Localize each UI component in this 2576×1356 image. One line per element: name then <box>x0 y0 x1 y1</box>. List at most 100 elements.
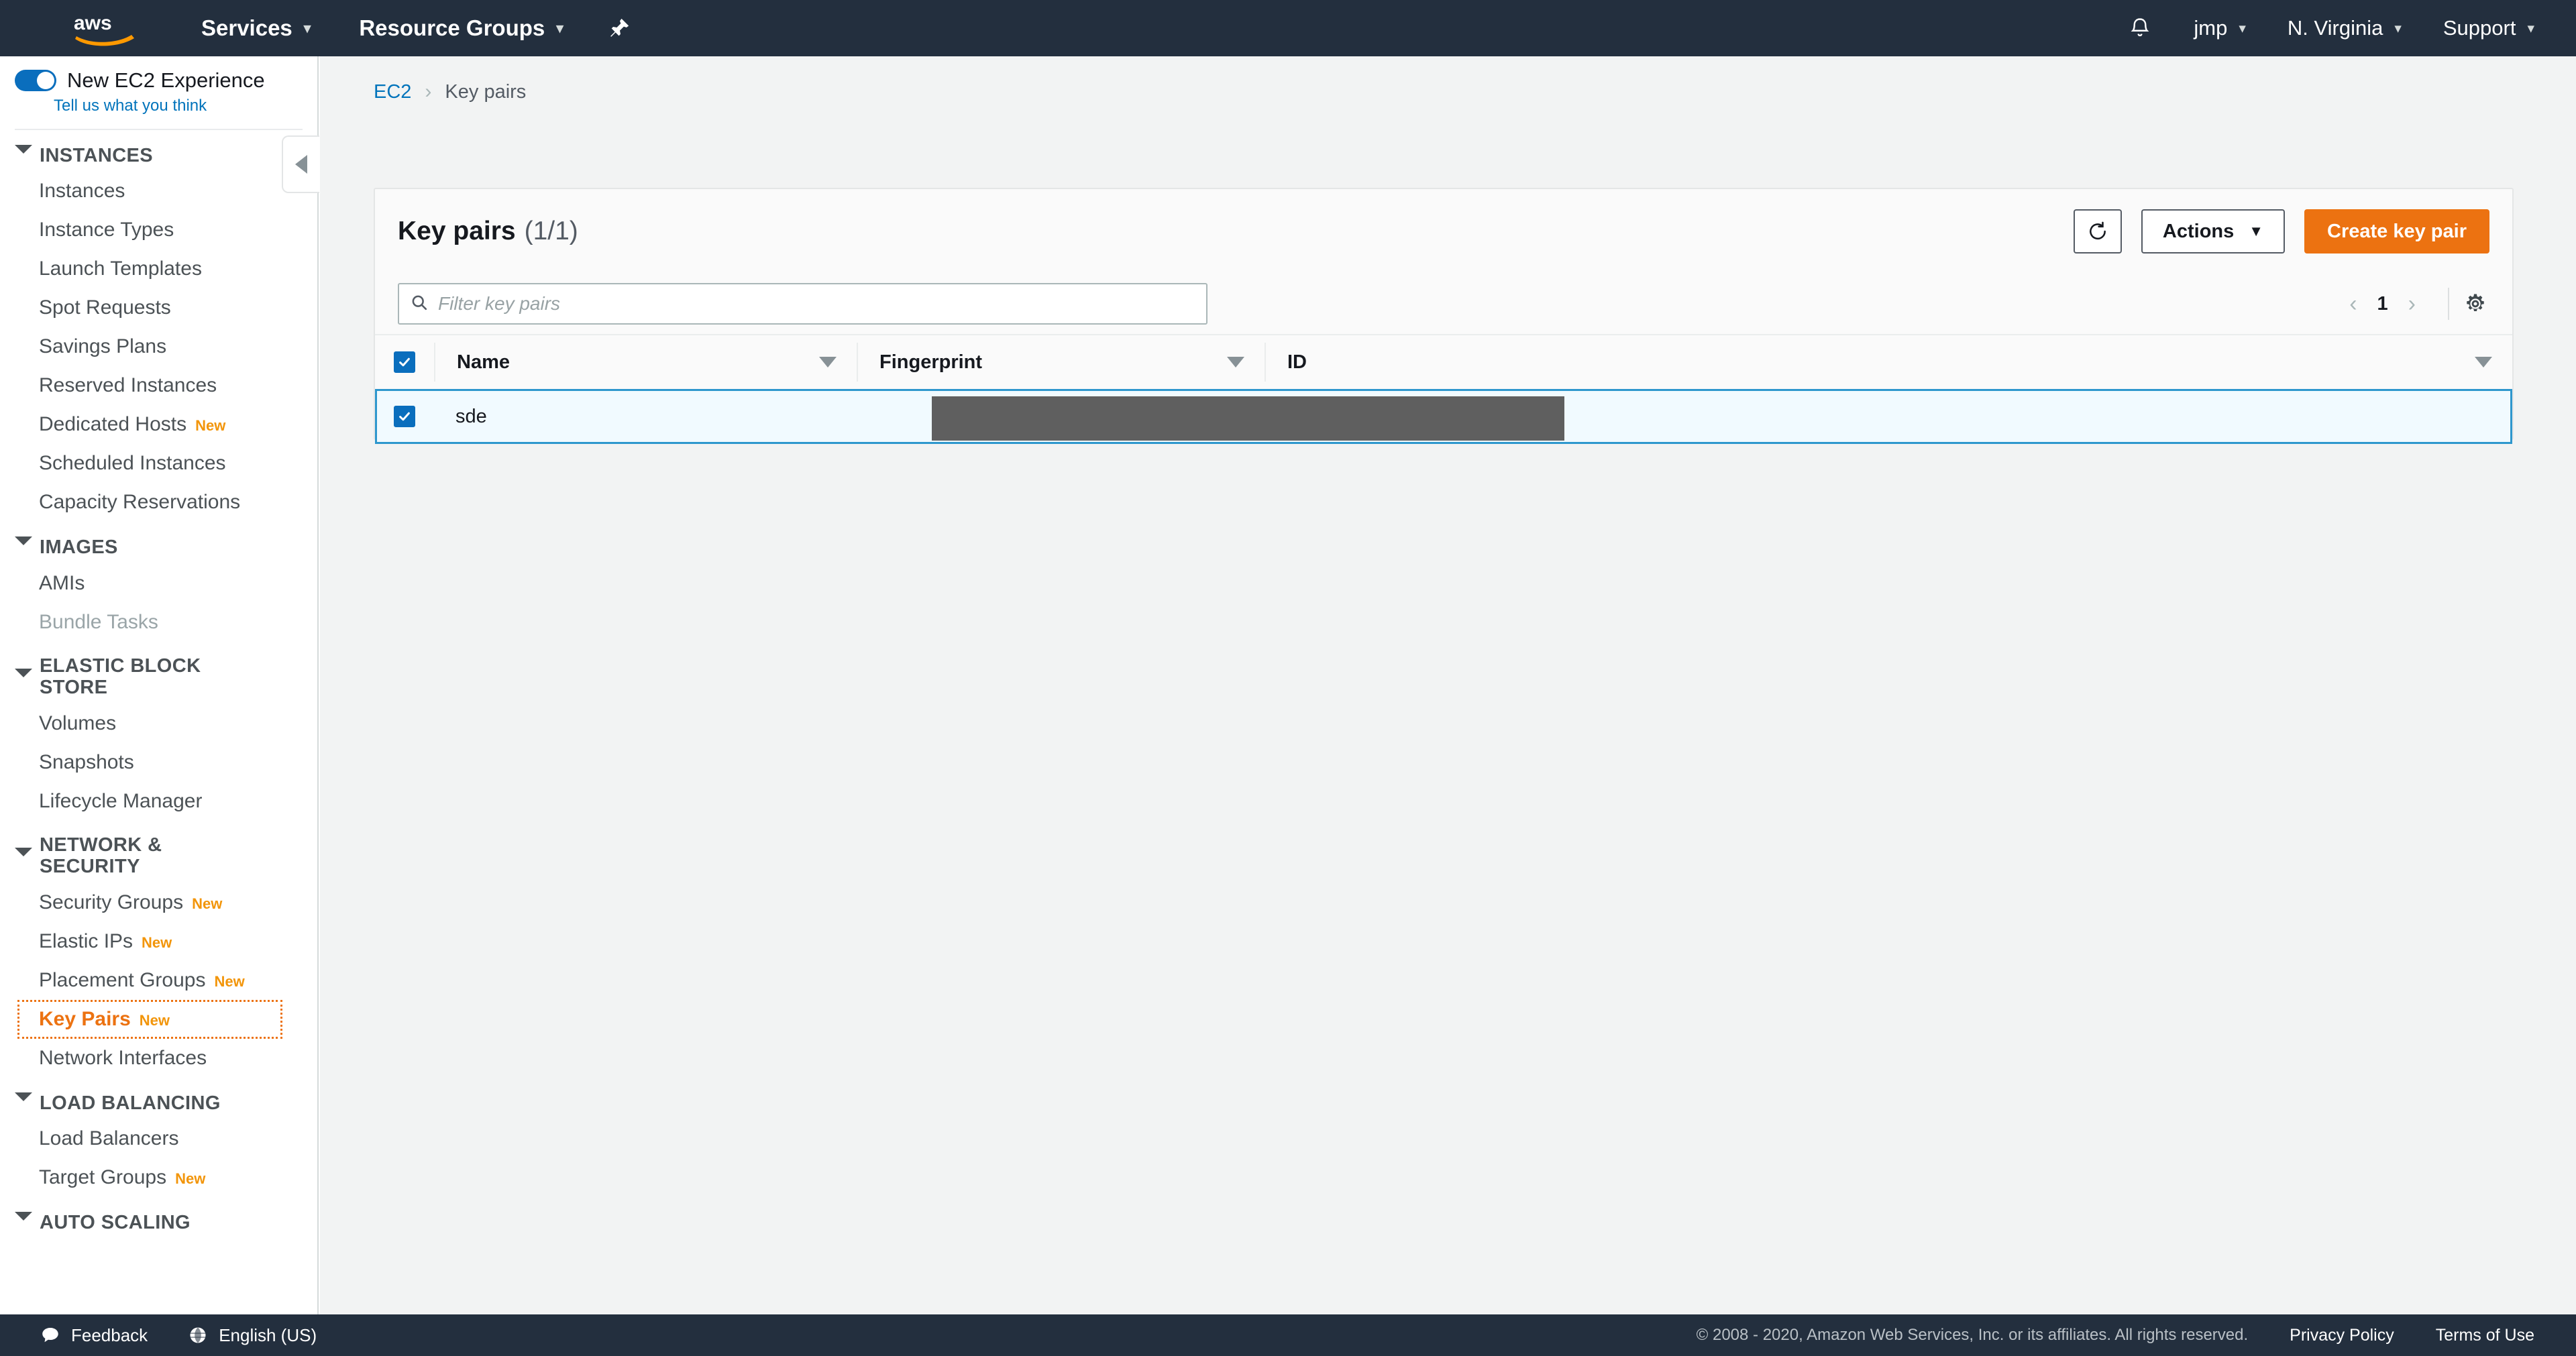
sidebar-item-spot-requests[interactable]: Spot Requests <box>0 288 317 327</box>
speech-bubble-icon <box>40 1325 60 1345</box>
tell-us-what-you-think-link[interactable]: Tell us what you think <box>54 97 207 115</box>
sidebar-item-placement-groups[interactable]: Placement Groups New <box>0 961 317 1000</box>
pagination-prev-button[interactable]: ‹ <box>2337 291 2369 317</box>
sidebar-item-launch-templates[interactable]: Launch Templates <box>0 249 317 288</box>
aws-logo[interactable]: aws <box>72 9 153 47</box>
main-content: EC2 › Key pairs Key pairs (1/1) Actions … <box>320 56 2576 1314</box>
nav-account-jmp[interactable]: jmp ▾ <box>2194 0 2246 56</box>
refresh-button[interactable] <box>2073 209 2122 253</box>
item-label: Spot Requests <box>39 296 171 319</box>
new-experience-toggle[interactable] <box>15 70 56 91</box>
pagination-next-button[interactable]: › <box>2396 291 2428 317</box>
nav-resource-groups[interactable]: Resource Groups ▾ <box>359 0 563 56</box>
pagination-divider <box>2448 288 2449 320</box>
gear-icon[interactable] <box>2464 292 2489 315</box>
row-selection-border-right <box>2510 389 2512 444</box>
table-row[interactable]: sde <box>375 389 2512 444</box>
chevron-down-icon: ▾ <box>2239 20 2246 36</box>
sidebar-item-load-balancers[interactable]: Load Balancers <box>0 1119 317 1158</box>
item-label: Lifecycle Manager <box>39 789 203 812</box>
chevron-down-icon: ▾ <box>556 20 564 36</box>
nav-region-selector[interactable]: N. Virginia ▾ <box>2288 0 2402 56</box>
item-label: Volumes <box>39 712 117 734</box>
sidebar-item-network-interfaces[interactable]: Network Interfaces <box>0 1039 317 1078</box>
chevron-down-icon: ▾ <box>2394 20 2402 36</box>
item-label: Scheduled Instances <box>39 452 226 475</box>
sidebar-item-elastic-ips[interactable]: Elastic IPs New <box>0 922 317 961</box>
sidebar-section-images[interactable]: IMAGES <box>0 522 317 563</box>
new-badge: New <box>192 895 223 912</box>
filter-key-pairs-field[interactable] <box>398 283 1208 325</box>
column-header-fingerprint[interactable]: Fingerprint <box>857 343 1265 382</box>
item-label: Placement Groups <box>39 968 206 991</box>
sidebar-item-amis[interactable]: AMIs <box>0 564 317 603</box>
sidebar-section-auto-scaling[interactable]: AUTO SCALING <box>0 1197 317 1239</box>
nav-services-label: Services <box>201 15 292 40</box>
breadcrumb-ec2[interactable]: EC2 <box>374 81 411 103</box>
svg-text:aws: aws <box>74 12 112 34</box>
panel-header: Key pairs (1/1) Actions ▼ Create key pai… <box>375 189 2512 274</box>
sidebar-item-instances[interactable]: Instances <box>0 172 317 211</box>
actions-label: Actions <box>2162 220 2235 242</box>
cell-key-pair-name: sde <box>455 405 487 427</box>
feedback-button[interactable]: Feedback <box>40 1325 148 1346</box>
sidebar-item-capacity-reservations[interactable]: Capacity Reservations <box>0 483 317 522</box>
select-all-checkbox[interactable] <box>394 351 415 373</box>
nav-account-label: jmp <box>2194 16 2228 40</box>
new-badge: New <box>195 417 226 435</box>
sidebar-section-load-balancing[interactable]: LOAD BALANCING <box>0 1078 317 1119</box>
footer-bar: Feedback English (US) © 2008 - 2020, Ama… <box>0 1314 2576 1356</box>
item-label: Instances <box>39 180 125 203</box>
privacy-policy-link[interactable]: Privacy Policy <box>2290 1326 2394 1345</box>
sidebar-item-instance-types[interactable]: Instance Types <box>0 211 317 249</box>
item-label: Security Groups <box>39 891 184 913</box>
section-title: IMAGES <box>40 536 118 559</box>
sidebar-item-security-groups[interactable]: Security Groups New <box>0 883 317 922</box>
new-badge: New <box>175 1170 206 1188</box>
column-header-name[interactable]: Name <box>434 343 857 382</box>
sidebar-section-elastic-block-store[interactable]: ELASTIC BLOCK STORE <box>0 642 317 704</box>
sort-caret-icon[interactable] <box>1227 357 1244 368</box>
row-checkbox[interactable] <box>394 406 415 427</box>
sidebar-item-scheduled-instances[interactable]: Scheduled Instances <box>0 444 317 483</box>
item-label: Reserved Instances <box>39 374 217 397</box>
item-label: Savings Plans <box>39 335 167 358</box>
globe-icon <box>188 1325 208 1345</box>
filter-row: ‹ 1 › <box>375 274 2512 334</box>
sidebar-item-reserved-instances[interactable]: Reserved Instances <box>0 366 317 405</box>
sort-caret-icon[interactable] <box>2475 357 2492 368</box>
create-key-pair-button[interactable]: Create key pair <box>2304 209 2489 253</box>
sidebar-item-key-pairs[interactable]: Key Pairs New <box>17 999 282 1039</box>
actions-dropdown-button[interactable]: Actions ▼ <box>2141 209 2286 253</box>
sidebar-item-lifecycle-manager[interactable]: Lifecycle Manager <box>0 782 317 821</box>
section-title: AUTO SCALING <box>40 1212 191 1234</box>
caret-down-icon <box>15 668 32 677</box>
sidebar-item-dedicated-hosts[interactable]: Dedicated Hosts New <box>0 405 317 444</box>
breadcrumb-separator-icon: › <box>425 80 432 103</box>
terms-of-use-link[interactable]: Terms of Use <box>2436 1326 2534 1345</box>
item-label: Bundle Tasks <box>39 610 158 633</box>
sidebar-item-target-groups[interactable]: Target Groups New <box>0 1158 317 1197</box>
select-all-cell <box>375 351 434 373</box>
sidebar-collapse-button[interactable] <box>282 135 319 193</box>
pushpin-icon[interactable] <box>608 17 631 40</box>
column-header-id[interactable]: ID <box>1265 343 2512 382</box>
sidebar-section-instances[interactable]: INSTANCES <box>0 130 317 172</box>
sidebar-item-savings-plans[interactable]: Savings Plans <box>0 327 317 366</box>
new-badge: New <box>142 934 172 951</box>
language-selector[interactable]: English (US) <box>188 1325 317 1346</box>
search-input[interactable] <box>438 293 1195 315</box>
chevron-down-icon: ▾ <box>2527 20 2534 36</box>
sidebar-item-snapshots[interactable]: Snapshots <box>0 743 317 782</box>
sidebar-section-network-security[interactable]: NETWORK & SECURITY <box>0 821 317 883</box>
top-nav-right-group: jmp ▾ N. Virginia ▾ Support ▾ <box>2128 0 2576 56</box>
sidebar-item-volumes[interactable]: Volumes <box>0 704 317 743</box>
redacted-fingerprint-block <box>932 396 1564 441</box>
pagination-controls: ‹ 1 › <box>2337 288 2489 320</box>
sort-caret-icon[interactable] <box>819 357 837 368</box>
chevron-down-icon: ▾ <box>303 20 311 36</box>
bell-icon[interactable] <box>2128 16 2152 40</box>
nav-support[interactable]: Support ▾ <box>2443 0 2534 56</box>
new-badge: New <box>214 972 245 990</box>
nav-services[interactable]: Services ▾ <box>201 0 311 56</box>
